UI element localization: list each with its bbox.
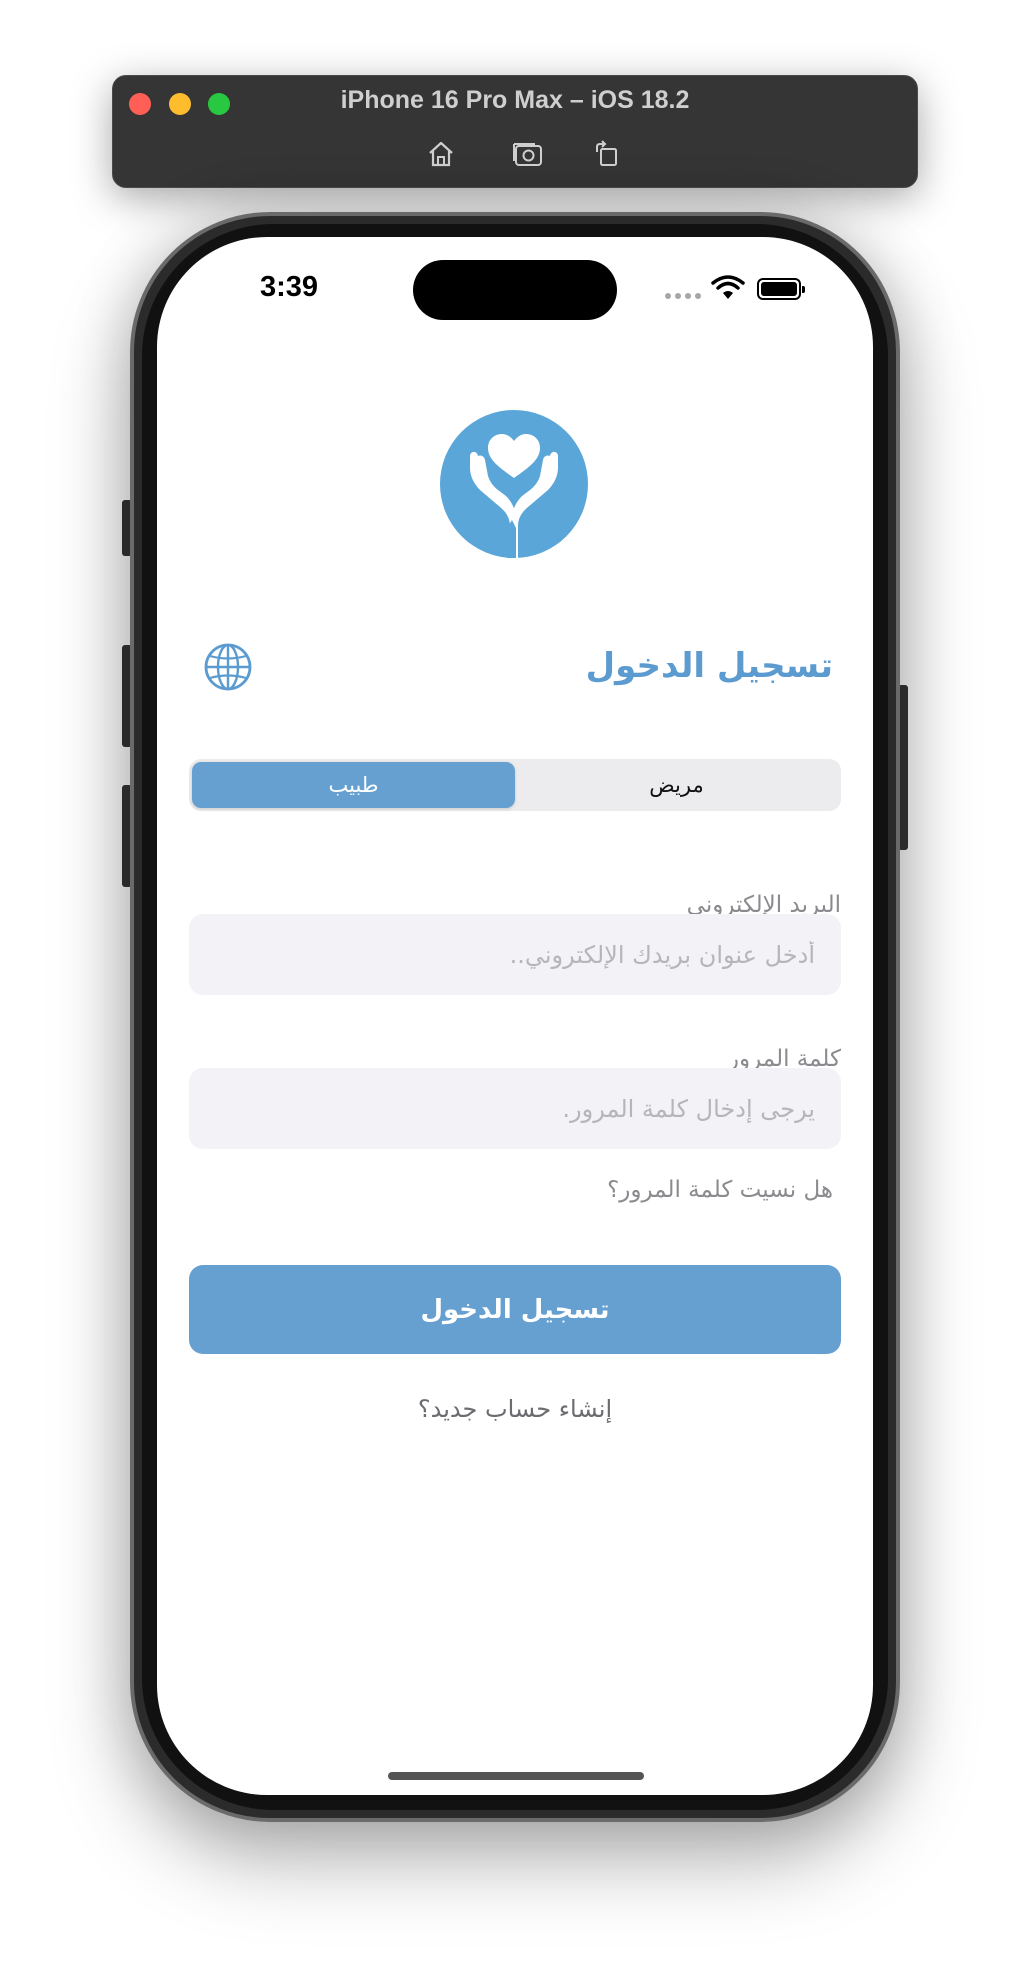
wifi-icon: [711, 275, 745, 299]
create-account-link[interactable]: إنشاء حساب جديد؟: [157, 1395, 873, 1423]
home-button[interactable]: [423, 136, 459, 172]
home-icon: [429, 141, 453, 167]
email-field[interactable]: [189, 914, 841, 995]
role-segmented-control: طبيب مريض: [189, 759, 841, 811]
camera-icon: [513, 143, 542, 166]
page-title: تسجيل الدخول: [585, 646, 833, 686]
forgot-password-link[interactable]: هل نسيت كلمة المرور؟: [607, 1177, 833, 1203]
app-logo: [440, 410, 588, 558]
status-time: 3:39: [260, 271, 319, 303]
battery-icon: [757, 278, 805, 300]
rotate-button[interactable]: [589, 136, 625, 172]
segment-doctor[interactable]: طبيب: [192, 762, 515, 808]
password-field[interactable]: [189, 1068, 841, 1149]
globe-icon[interactable]: [203, 642, 253, 692]
rotate-icon: [596, 140, 617, 166]
login-button[interactable]: تسجيل الدخول: [189, 1265, 841, 1354]
header: تسجيل الدخول: [203, 642, 833, 702]
simulator-titlebar: iPhone 16 Pro Max – iOS 18.2: [112, 75, 918, 188]
signal-dots-icon: [665, 293, 701, 299]
dynamic-island: [413, 260, 617, 320]
home-indicator[interactable]: [388, 1772, 644, 1780]
segment-patient[interactable]: مريض: [515, 762, 838, 808]
simulator-title: iPhone 16 Pro Max – iOS 18.2: [340, 86, 690, 114]
screenshot-button[interactable]: [510, 136, 546, 172]
device-screen: 3:39 تسجيل الدخول طبيب مريض البريد الإلك…: [157, 237, 873, 1795]
